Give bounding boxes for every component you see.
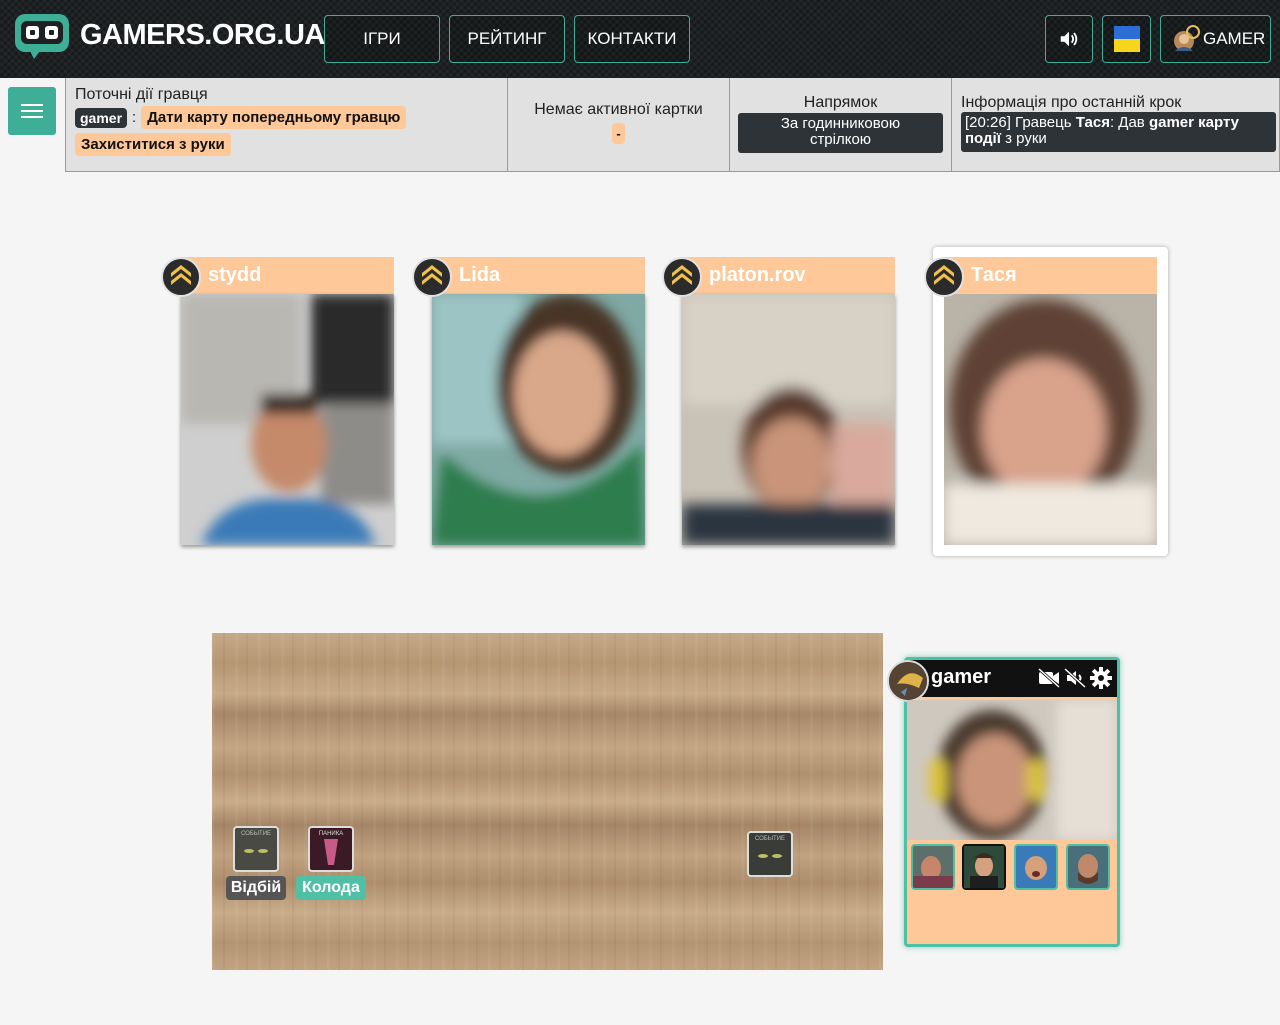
self-player-name: gamer	[931, 666, 992, 688]
direction-title: Напрямок	[803, 94, 878, 111]
discard-pile-label: Відбій	[226, 876, 286, 900]
played-card[interactable]: СОБЫТИЕ	[747, 831, 793, 877]
self-video	[907, 700, 1117, 840]
self-player-header: gamer	[907, 660, 1117, 697]
settings-gear-icon[interactable]	[1090, 667, 1112, 689]
self-avatar	[887, 660, 929, 702]
panic-card-icon	[324, 839, 338, 865]
player-card[interactable]: platon.rov	[662, 257, 895, 545]
player-webcam-image	[432, 294, 645, 545]
event-card-eyes-icon	[758, 854, 782, 858]
log-text-2: : Дав	[1109, 114, 1149, 131]
top-navbar: GAMERS.ORG.UA ІГРИ РЕЙТИНГ КОНТАКТИ GAME…	[0, 0, 1280, 78]
last-step-log: [20:26] Гравець Тася: Дав gamer карту по…	[961, 112, 1276, 152]
self-player-panel: gamer	[887, 657, 1120, 947]
hand-card-image	[1068, 846, 1108, 888]
log-player: Тася	[1075, 114, 1110, 131]
site-logo-text: GAMERS.ORG.UA	[80, 18, 325, 51]
player-webcam-image	[181, 294, 394, 545]
active-card-value: -	[612, 123, 625, 144]
last-step-panel: Інформація про останній крок [20:26] Гра…	[952, 78, 1280, 171]
player-name: Lida	[432, 257, 645, 294]
current-actions-panel: Поточні дії гравця gamer : Дати карту по…	[66, 78, 508, 171]
current-player-chip: gamer	[75, 107, 128, 128]
direction-value: За годинниковою стрілкою	[738, 113, 943, 153]
ukraine-flag-icon	[1113, 26, 1140, 52]
camera-off-icon[interactable]	[1038, 668, 1060, 688]
hand-card-selected[interactable]	[962, 844, 1006, 890]
hand-card[interactable]	[911, 844, 955, 890]
player-webcam-image	[682, 294, 895, 545]
log-text-3: з руки	[1000, 130, 1047, 147]
hand-card[interactable]	[1014, 844, 1058, 890]
player-video	[181, 294, 394, 545]
player-video	[432, 294, 645, 545]
player-name: platon.rov	[682, 257, 895, 294]
rank-badge-icon	[412, 257, 452, 297]
log-text-1: Гравець	[1010, 114, 1076, 131]
active-card-title: Немає активної картки	[534, 101, 703, 118]
action-defend-button[interactable]: Захиститися з руки	[75, 133, 231, 156]
hand-card[interactable]	[1066, 844, 1110, 890]
hand-card-image	[1016, 846, 1056, 888]
player-name: stydd	[181, 257, 394, 294]
game-status-strip: Поточні дії гравця gamer : Дати карту по…	[65, 78, 1280, 172]
deck-card[interactable]: ПАНИКА	[308, 826, 354, 872]
mic-off-icon[interactable]	[1064, 668, 1086, 688]
action-give-card-button[interactable]: Дати карту попередньому гравцю	[141, 106, 407, 129]
hamburger-menu-icon	[21, 104, 43, 118]
user-menu-button[interactable]: GAMER	[1160, 15, 1271, 63]
player-video	[682, 294, 895, 545]
player-video	[944, 294, 1157, 545]
sidebar-menu-button[interactable]	[8, 87, 56, 135]
game-table: СОБЫТИЕ Відбій ПАНИКА Колода СОБЫТИЕ	[212, 633, 883, 970]
nav-rating-button[interactable]: РЕЙТИНГ	[449, 15, 565, 63]
hand-card-image	[964, 846, 1004, 888]
direction-panel: Напрямок За годинниковою стрілкою	[730, 78, 952, 171]
language-button[interactable]	[1102, 15, 1151, 63]
site-logo[interactable]: GAMERS.ORG.UA	[12, 10, 325, 60]
rank-badge-icon	[161, 257, 201, 297]
discard-pile-card[interactable]: СОБЫТИЕ	[233, 826, 279, 872]
player-card[interactable]: Lida	[412, 257, 645, 545]
sound-toggle-button[interactable]	[1045, 15, 1093, 63]
nav-contacts-button[interactable]: КОНТАКТИ	[574, 15, 690, 63]
active-card-panel: Немає активної картки -	[508, 78, 730, 171]
deck-label: Колода	[296, 876, 366, 900]
player-webcam-image	[944, 294, 1157, 545]
log-time: [20:26]	[965, 114, 1011, 131]
last-step-title: Інформація про останній крок	[961, 94, 1182, 111]
self-webcam-image	[907, 700, 1117, 840]
event-card-eyes-icon	[244, 849, 268, 853]
user-avatar-icon	[1174, 25, 1200, 51]
player-name: Тася	[944, 257, 1157, 294]
user-name: GAMER	[1203, 29, 1266, 48]
actions-separator: :	[132, 109, 137, 126]
current-actions-title: Поточні дії гравця	[75, 86, 208, 103]
sound-icon	[1060, 31, 1078, 47]
rank-badge-icon	[924, 257, 964, 297]
nav-games-button[interactable]: ІГРИ	[324, 15, 440, 63]
player-card[interactable]: stydd	[161, 257, 394, 545]
rank-badge-icon	[662, 257, 702, 297]
hand-card-image	[913, 846, 953, 888]
gamepad-logo-icon	[15, 14, 69, 59]
player-card-active[interactable]: Тася	[924, 257, 1157, 545]
